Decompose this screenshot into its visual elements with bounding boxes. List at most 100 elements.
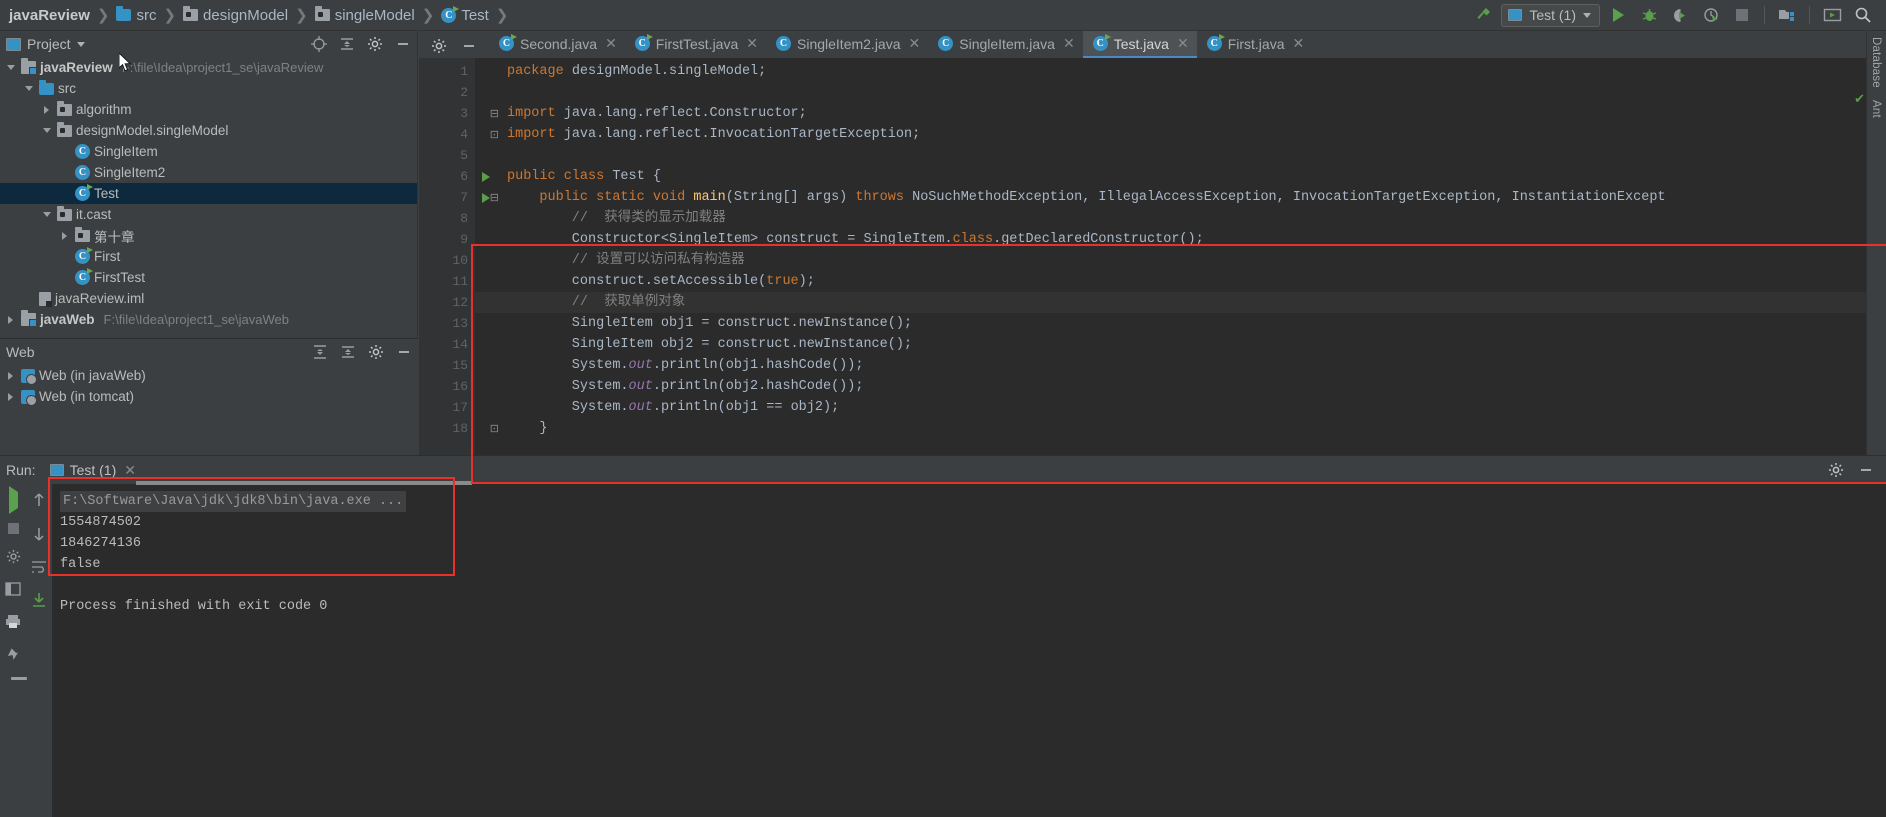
- tool-tab-ant[interactable]: Ant: [1867, 94, 1885, 124]
- project-structure-button[interactable]: [1774, 2, 1800, 28]
- code-line[interactable]: // 获得类的显示加载器: [475, 208, 1886, 229]
- tree-twisty-expanded[interactable]: [22, 86, 35, 91]
- gutter-line[interactable]: 15: [419, 355, 475, 376]
- gutter-line[interactable]: 16: [419, 376, 475, 397]
- gutter-line[interactable]: 2: [419, 82, 475, 103]
- tree-twisty-expanded[interactable]: [40, 128, 53, 133]
- scroll-to-end-button[interactable]: [31, 592, 47, 611]
- editor-tab-first[interactable]: C First.java ✕: [1197, 31, 1313, 58]
- editor-tab-second[interactable]: C Second.java ✕: [489, 31, 625, 58]
- line-number-gutter[interactable]: 1 2 3 ⊟ 4 ⊡ 5 6 7 ⊟ 8 9 10 11 12 13 14 15 16 17 18 ⊡: [419, 58, 499, 455]
- tree-twisty-collapsed[interactable]: [4, 371, 17, 380]
- gutter-line[interactable]: 10: [419, 250, 475, 271]
- tree-item-javareview.iml[interactable]: javaReview.iml: [0, 288, 417, 309]
- code-line[interactable]: package designModel.singleModel;: [475, 61, 1886, 82]
- editor-tab-singleitem2[interactable]: C SingleItem2.java ✕: [766, 31, 928, 58]
- close-icon[interactable]: ✕: [909, 35, 921, 52]
- editor-tab-singleitem[interactable]: C SingleItem.java ✕: [928, 31, 1082, 58]
- close-icon[interactable]: ✕: [1177, 35, 1189, 52]
- profile-button[interactable]: [1698, 2, 1724, 28]
- chevron-down-icon[interactable]: [76, 41, 85, 47]
- pin-button[interactable]: [6, 647, 21, 666]
- code-line[interactable]: import java.lang.reflect.Constructor;: [475, 103, 1886, 124]
- gutter-line[interactable]: 4 ⊡: [419, 124, 499, 145]
- gutter-line[interactable]: 9: [419, 229, 475, 250]
- gutter-line[interactable]: 13: [419, 313, 475, 334]
- run-with-coverage-button[interactable]: [1667, 2, 1693, 28]
- stop-button[interactable]: [7, 523, 19, 534]
- soft-wrap-button[interactable]: [31, 560, 47, 577]
- tool-tab-database[interactable]: Database: [1867, 31, 1885, 94]
- scroll-up-button[interactable]: [32, 492, 46, 511]
- scroll-down-button[interactable]: [32, 526, 46, 545]
- hide-panel-icon[interactable]: [395, 36, 411, 52]
- code-area[interactable]: 1 2 3 ⊟ 4 ⊡ 5 6 7 ⊟ 8 9 10 11 12 13 14 15 16 17 18 ⊡ package …: [419, 58, 1886, 484]
- hide-panel-icon[interactable]: [1858, 462, 1874, 478]
- tree-item-singleitem[interactable]: C SingleItem: [0, 141, 417, 162]
- settings-gear-icon[interactable]: [368, 344, 384, 360]
- rerun-button[interactable]: [8, 486, 18, 514]
- tree-item-first[interactable]: C First: [0, 246, 417, 267]
- breadcrumb-item-javareview[interactable]: javaReview: [6, 7, 93, 24]
- run-button[interactable]: [1605, 2, 1631, 28]
- close-icon[interactable]: ✕: [1292, 35, 1304, 52]
- code-line[interactable]: // 设置可以访问私有构造器: [475, 250, 1886, 271]
- breadcrumb-item-src[interactable]: src: [113, 6, 159, 24]
- close-icon[interactable]: ✕: [124, 462, 136, 479]
- code-line[interactable]: construct.setAccessible(true);: [475, 271, 1886, 292]
- console-scroll-thumb[interactable]: [136, 481, 472, 485]
- gutter-line[interactable]: 18 ⊡: [419, 418, 499, 439]
- gutter-line[interactable]: 6: [419, 166, 490, 187]
- code-line[interactable]: // 获取单例对象: [475, 292, 1886, 313]
- console-output[interactable]: F:\Software\Java\jdk\jdk8\bin\java.exe .…: [48, 477, 1886, 817]
- close-icon[interactable]: ✕: [1063, 35, 1075, 52]
- settings-gear-icon[interactable]: [431, 38, 447, 54]
- tree-item-algorithm[interactable]: algorithm: [0, 99, 417, 120]
- close-icon[interactable]: ✕: [746, 35, 758, 52]
- web-tree-item[interactable]: Web (in tomcat): [0, 386, 418, 407]
- tree-twisty-collapsed[interactable]: [4, 392, 17, 401]
- tree-item-firsttest[interactable]: C FirstTest: [0, 267, 417, 288]
- tree-item-it.cast[interactable]: it.cast: [0, 204, 417, 225]
- code-line[interactable]: SingleItem obj1 = construct.newInstance(…: [475, 313, 1886, 334]
- print-button[interactable]: [5, 614, 21, 632]
- breadcrumb-item-designmodel[interactable]: designModel: [180, 6, 291, 24]
- code-line[interactable]: Constructor<SingleItem> construct = Sing…: [475, 229, 1886, 250]
- tree-item-src[interactable]: src: [0, 78, 417, 99]
- select-opened-file-button[interactable]: [1819, 2, 1845, 28]
- stop-button[interactable]: [1729, 2, 1755, 28]
- code-line[interactable]: }: [475, 418, 1886, 439]
- run-tab-test[interactable]: Test (1) ✕: [46, 460, 140, 481]
- code-text[interactable]: package designModel.singleModel; import j…: [475, 58, 1886, 455]
- web-tree-item[interactable]: Web (in javaWeb): [0, 365, 418, 386]
- settings-button[interactable]: [6, 549, 21, 567]
- gutter-line[interactable]: 14: [419, 334, 475, 355]
- code-line[interactable]: [475, 145, 1886, 166]
- code-line[interactable]: [475, 82, 1886, 103]
- tree-item-[interactable]: 第十章: [0, 225, 417, 246]
- gutter-line[interactable]: 7 ⊟: [419, 187, 499, 208]
- tree-twisty-collapsed[interactable]: [40, 105, 53, 114]
- expand-all-icon[interactable]: [312, 344, 328, 360]
- run-configuration-selector[interactable]: Test (1): [1501, 3, 1600, 27]
- debug-button[interactable]: [1636, 2, 1662, 28]
- gutter-line[interactable]: 1: [419, 61, 475, 82]
- search-everywhere-icon[interactable]: [1850, 2, 1876, 28]
- code-line[interactable]: System.out.println(obj1.hashCode());: [475, 355, 1886, 376]
- gutter-line[interactable]: 5: [419, 145, 475, 166]
- tree-twisty-collapsed[interactable]: [58, 231, 71, 240]
- collapse-all-icon[interactable]: [339, 36, 355, 52]
- breadcrumb-item-test[interactable]: C Test: [438, 5, 492, 24]
- gutter-line[interactable]: 11: [419, 271, 475, 292]
- code-line[interactable]: import java.lang.reflect.InvocationTarge…: [475, 124, 1886, 145]
- gutter-line[interactable]: 12: [419, 292, 475, 313]
- tree-twisty-expanded[interactable]: [4, 65, 17, 70]
- close-icon[interactable]: ✕: [605, 35, 617, 52]
- settings-gear-icon[interactable]: [1828, 462, 1844, 478]
- code-line[interactable]: System.out.println(obj1 == obj2);: [475, 397, 1886, 418]
- build-hammer-icon[interactable]: [1470, 2, 1496, 28]
- gutter-line[interactable]: 3 ⊟: [419, 103, 499, 124]
- editor-tab-firsttest[interactable]: C FirstTest.java ✕: [625, 31, 766, 58]
- gutter-line[interactable]: 17: [419, 397, 475, 418]
- hide-panel-icon[interactable]: [461, 38, 477, 54]
